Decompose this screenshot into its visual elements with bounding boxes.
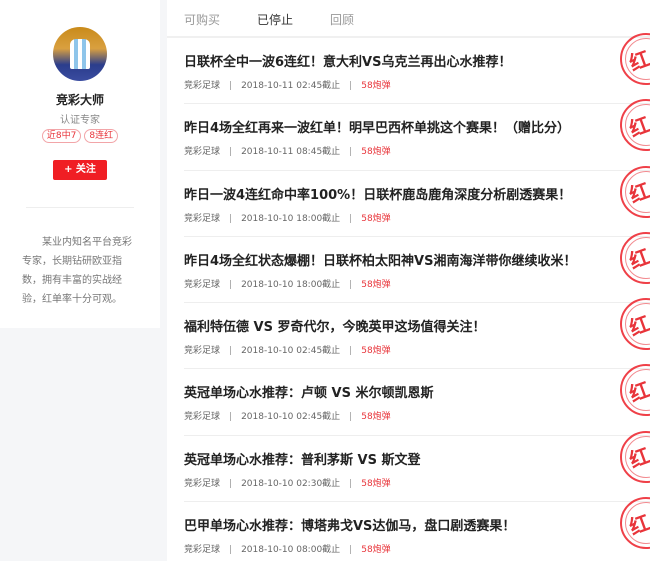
list-item[interactable]: 昨日4场全红状态爆棚！日联杯柏太阳神VS湘南海洋带你继续收米！ 竞彩足球 | 201…	[184, 231, 650, 304]
stamp-text: 红	[626, 178, 650, 208]
separator: |	[229, 545, 233, 556]
separator: |	[349, 213, 353, 224]
separator: |	[349, 279, 353, 290]
tab-bar: 可购买 已停止 回顾	[167, 0, 650, 38]
expert-description: 某业内知名平台竞彩专家，长期钻研欧亚指数，拥有丰富的实战经验，红单率十分可观。	[22, 237, 132, 305]
list-item[interactable]: 英冠单场心水推荐：普利茅斯 VS 斯文登 竞彩足球 | 2018-10-10 02:…	[184, 430, 650, 503]
separator: |	[229, 279, 233, 290]
item-title[interactable]: 日联杯全中一波6连红！意大利VS乌克兰再出心水推荐！	[184, 51, 650, 70]
item-price: 58炮弹	[361, 545, 391, 556]
item-title[interactable]: 英冠单场心水推荐：普利茅斯 VS 斯文登	[184, 449, 650, 468]
item-title[interactable]: 巴甲单场心水推荐：博塔弗戈VS达伽马，盘口剧透赛果！	[184, 515, 650, 534]
item-price: 58炮弹	[361, 412, 391, 423]
list-item[interactable]: 日联杯全中一波6连红！意大利VS乌克兰再出心水推荐！ 竞彩足球 | 2018-10-…	[184, 33, 650, 105]
item-title[interactable]: 英冠单场心水推荐：卢顿 VS 米尔顿凯恩斯	[184, 382, 650, 401]
item-deadline: 2018-10-10 02:30截止	[241, 478, 341, 489]
item-category: 竞彩足球	[184, 213, 221, 224]
item-category: 竞彩足球	[184, 279, 221, 290]
separator: |	[349, 478, 353, 489]
item-price: 58炮弹	[361, 81, 391, 91]
item-title[interactable]: 福利特伍德 VS 罗奇代尔，今晚英甲这场值得关注！	[184, 316, 650, 335]
stamp-text: 红	[626, 443, 650, 473]
separator: |	[229, 81, 233, 91]
item-deadline: 2018-10-10 08:00截止	[241, 545, 341, 556]
recommendation-list-panel: 可购买 已停止 回顾 日联杯全中一波6连红！意大利VS乌克兰再出心水推荐！ 竞彩…	[167, 0, 650, 561]
separator: |	[229, 213, 233, 224]
separator: |	[349, 81, 353, 91]
item-meta: 竞彩足球 | 2018-10-10 18:00截止 | 58炮弹	[184, 277, 650, 290]
separator: |	[349, 412, 353, 423]
separator: |	[229, 346, 233, 357]
item-meta: 竞彩足球 | 2018-10-11 02:45截止 | 58炮弹	[184, 78, 650, 91]
item-deadline: 2018-10-10 02:45截止	[241, 412, 341, 423]
list-item[interactable]: 昨日4场全红再来一波红单！明早巴西杯单挑这个赛果！（赠比分） 竞彩足球 | 2018…	[184, 99, 650, 171]
streak-badge: 8连红	[84, 129, 119, 143]
item-title[interactable]: 昨日4场全红再来一波红单！明早巴西杯单挑这个赛果！（赠比分）	[184, 117, 650, 136]
follow-button[interactable]: + 关注	[53, 160, 107, 180]
item-category: 竞彩足球	[184, 412, 221, 423]
avatar[interactable]	[53, 27, 107, 81]
item-meta: 竞彩足球 | 2018-10-10 02:30截止 | 58炮弹	[184, 476, 650, 489]
item-category: 竞彩足球	[184, 478, 221, 489]
separator: |	[349, 346, 353, 357]
item-price: 58炮弹	[361, 478, 391, 489]
divider	[26, 207, 134, 208]
expert-name[interactable]: 竞彩大师	[0, 91, 160, 108]
item-deadline: 2018-10-11 02:45截止	[241, 81, 341, 91]
item-title[interactable]: 昨日一波4连红命中率100%！日联杯鹿岛鹿角深度分析剧透赛果！	[184, 184, 650, 203]
tab-review[interactable]: 回顾	[330, 0, 403, 36]
list-item[interactable]: 巴甲单场心水推荐：博塔弗戈VS达伽马，盘口剧透赛果！ 竞彩足球 | 2018-10-…	[184, 497, 650, 561]
item-price: 58炮弹	[361, 213, 391, 224]
item-title[interactable]: 昨日4场全红状态爆棚！日联杯柏太阳神VS湘南海洋带你继续收米！	[184, 250, 650, 269]
list-item[interactable]: 英冠单场心水推荐：卢顿 VS 米尔顿凯恩斯 竞彩足球 | 2018-10-10 02…	[184, 364, 650, 436]
item-meta: 竞彩足球 | 2018-10-10 02:45截止 | 58炮弹	[184, 343, 650, 356]
list-item[interactable]: 昨日一波4连红命中率100%！日联杯鹿岛鹿角深度分析剧透赛果！ 竞彩足球 | 201…	[184, 165, 650, 237]
stamp-text: 红	[626, 377, 650, 407]
item-meta: 竞彩足球 | 2018-10-10 08:00截止 | 58炮弹	[184, 542, 650, 555]
separator: |	[229, 147, 233, 158]
item-price: 58炮弹	[361, 346, 391, 357]
item-meta: 竞彩足球 | 2018-10-10 18:00截止 | 58炮弹	[184, 211, 650, 224]
item-deadline: 2018-10-11 08:45截止	[241, 147, 341, 158]
item-category: 竞彩足球	[184, 147, 221, 158]
cert-label: 认证专家	[60, 115, 100, 126]
item-category: 竞彩足球	[184, 545, 221, 556]
separator: |	[349, 147, 353, 158]
item-price: 58炮弹	[361, 279, 391, 290]
item-meta: 竞彩足球 | 2018-10-10 02:45截止 | 58炮弹	[184, 409, 650, 422]
avatar-image	[70, 39, 90, 69]
stamp-text: 红	[626, 310, 650, 341]
tab-available[interactable]: 可购买	[184, 0, 257, 36]
stamp-text: 红	[626, 112, 650, 142]
item-meta: 竞彩足球 | 2018-10-11 08:45截止 | 58炮弹	[184, 144, 650, 157]
stamp-text: 红	[626, 45, 650, 76]
separator: |	[229, 478, 233, 489]
record-badge: 近8中7	[41, 129, 82, 143]
separator: |	[349, 545, 353, 556]
tab-stopped[interactable]: 已停止	[257, 0, 330, 36]
list-item[interactable]: 福利特伍德 VS 罗奇代尔，今晚英甲这场值得关注！ 竞彩足球 | 2018-10-1…	[184, 298, 650, 370]
stamp-text: 红	[626, 244, 650, 274]
item-deadline: 2018-10-10 18:00截止	[241, 279, 341, 290]
item-category: 竞彩足球	[184, 346, 221, 357]
item-category: 竞彩足球	[184, 81, 221, 91]
separator: |	[229, 412, 233, 423]
stamp-text: 红	[626, 509, 650, 540]
item-price: 58炮弹	[361, 147, 391, 158]
expert-profile-card: 竞彩大师 认证专家 近8中7 8连红 + 关注 某业内知名平台竞彩专家，长期钻研…	[0, 0, 160, 328]
item-deadline: 2018-10-10 02:45截止	[241, 346, 341, 357]
item-deadline: 2018-10-10 18:00截止	[241, 213, 341, 224]
